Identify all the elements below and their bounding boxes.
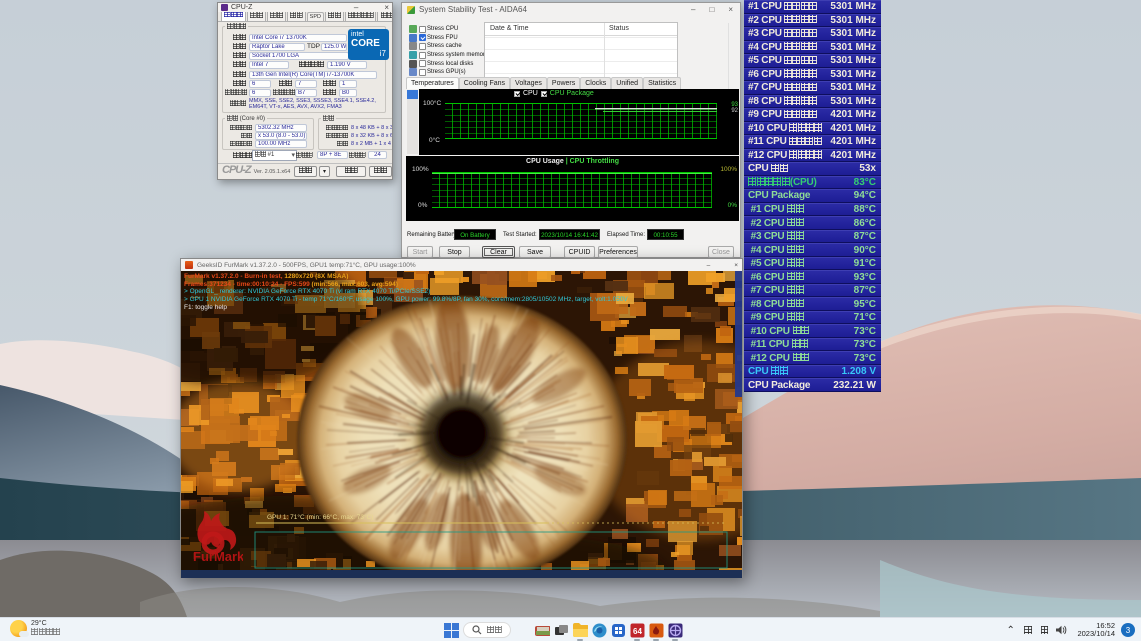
svg-text:64: 64 [633, 627, 642, 636]
svg-text:FurMark: FurMark [193, 549, 243, 564]
